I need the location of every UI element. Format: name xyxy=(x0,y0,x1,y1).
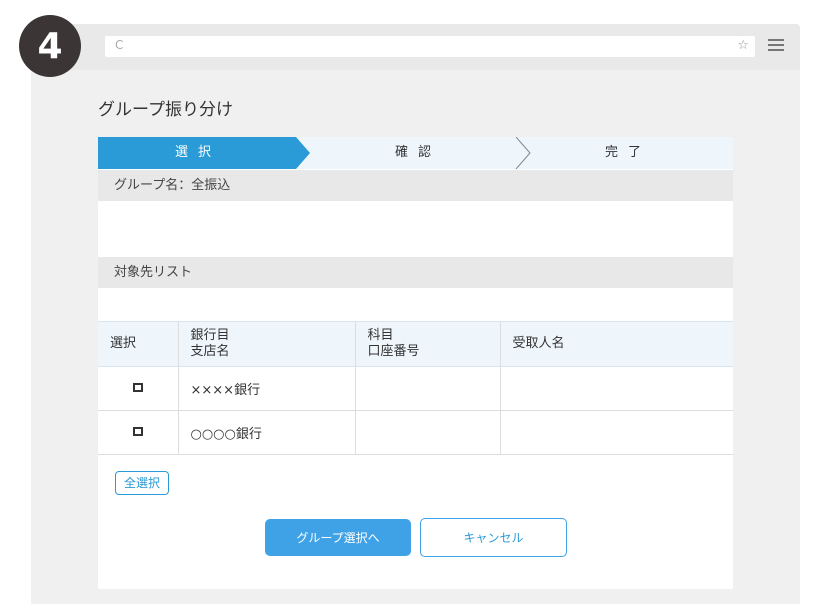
column-header-bank: 銀行目 支店名 xyxy=(177,321,355,367)
main-panel: 選択 確認 完了 グループ名：全振込 対象先リスト 選択 銀行目 支店名 科目 … xyxy=(98,137,733,589)
table-row: ××××銀行 xyxy=(98,366,733,411)
recipient-list-header: 対象先リスト xyxy=(98,257,733,288)
row-checkbox[interactable] xyxy=(132,383,143,392)
page-title: グループ振り分け xyxy=(98,100,233,120)
step-complete: 完了 xyxy=(604,145,651,160)
step-select: 選択 xyxy=(174,145,221,160)
row-select-cell xyxy=(98,410,178,455)
star-icon[interactable]: ☆ xyxy=(737,38,749,53)
address-bar[interactable]: C ☆ xyxy=(105,36,755,57)
step-confirm: 確認 xyxy=(394,145,441,160)
payee-cell xyxy=(499,410,733,455)
group-name-header: グループ名：全振込 xyxy=(98,170,733,201)
row-select-cell xyxy=(98,366,178,411)
payee-cell xyxy=(499,366,733,411)
to-group-select-button[interactable]: グループ選択へ xyxy=(265,519,411,556)
account-cell xyxy=(354,366,500,411)
table-header-row: 選択 銀行目 支店名 科目 口座番号 受取人名 xyxy=(98,321,733,367)
row-checkbox[interactable] xyxy=(132,427,143,436)
bank-cell: ○○○○銀行 xyxy=(177,410,355,455)
browser-toolbar: C ☆ xyxy=(31,24,800,70)
column-header-payee: 受取人名 xyxy=(499,321,733,367)
select-all-button[interactable]: 全選択 xyxy=(115,471,170,495)
table-row: ○○○○銀行 xyxy=(98,410,733,455)
progress-steps: 選択 確認 完了 xyxy=(98,137,733,169)
cancel-button[interactable]: キャンセル xyxy=(420,518,567,557)
account-cell xyxy=(354,410,500,455)
hamburger-menu-icon[interactable] xyxy=(768,39,784,53)
recipient-table: 選択 銀行目 支店名 科目 口座番号 受取人名 ××××銀行 ○○○○銀行 xyxy=(98,321,733,455)
step-number-badge: 4 xyxy=(19,15,81,77)
reload-icon[interactable]: C xyxy=(115,38,123,52)
column-header-account: 科目 口座番号 xyxy=(354,321,500,367)
bank-cell: ××××銀行 xyxy=(177,366,355,411)
column-header-select: 選択 xyxy=(98,321,178,367)
